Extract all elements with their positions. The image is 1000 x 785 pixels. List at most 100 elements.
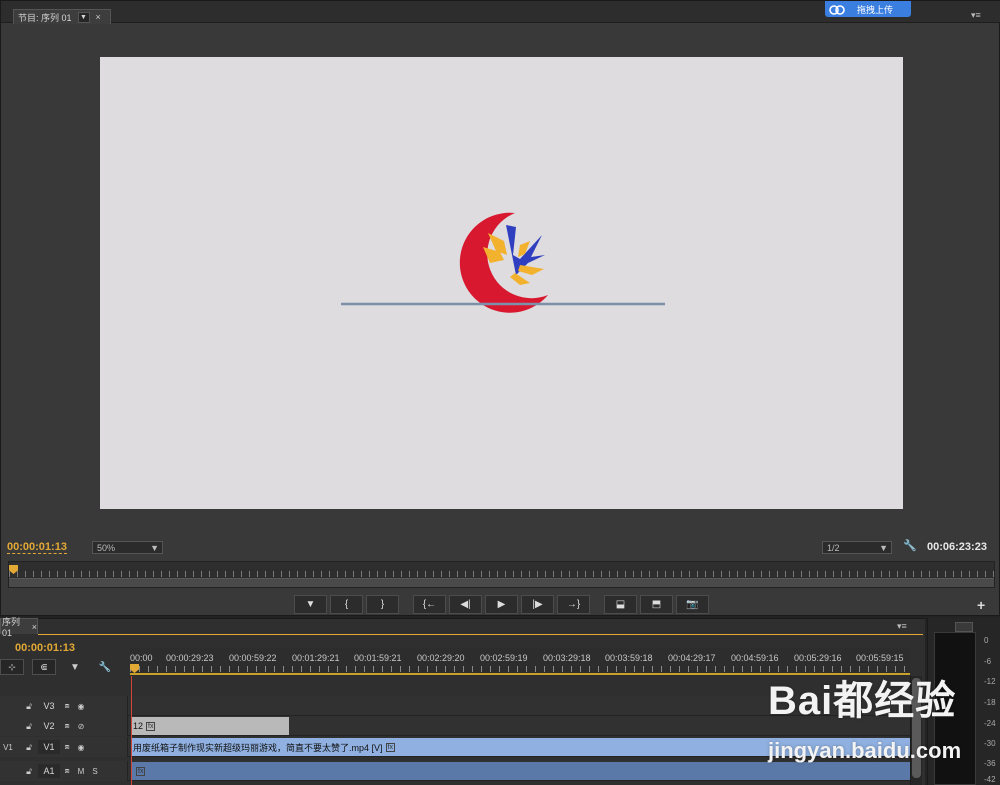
fx-badge-icon: fx [136, 766, 146, 776]
track-name[interactable]: V1 [38, 740, 60, 754]
db-label: -12 [984, 677, 996, 686]
time-label: 00:00 [130, 653, 153, 663]
extract-button[interactable]: ⬒ [640, 595, 673, 614]
go-to-in-button[interactable]: {← [413, 595, 446, 614]
track-name[interactable]: A1 [38, 764, 60, 778]
time-label: 00:01:29:21 [292, 653, 340, 663]
video-clip[interactable]: 12 fx [131, 717, 289, 735]
mark-in-button[interactable]: { [330, 595, 363, 614]
track-header: V1 🔓︎ V1 ⧈ ◉ [0, 737, 128, 757]
close-icon[interactable]: × [96, 12, 101, 22]
zoom-value: 50% [97, 542, 116, 553]
cloud-icon [829, 4, 845, 15]
lock-icon[interactable]: 🔓︎ [20, 721, 38, 732]
fx-badge-icon: fx [146, 721, 156, 731]
track-name[interactable]: V3 [38, 699, 60, 713]
resolution-value: 1/2 [827, 542, 840, 553]
mute-button[interactable]: M [74, 767, 88, 776]
time-label: 00:05:59:15 [856, 653, 904, 663]
time-label: 00:03:59:18 [605, 653, 653, 663]
step-forward-button[interactable]: |▶ [521, 595, 554, 614]
lock-icon[interactable]: 🔓︎ [20, 742, 38, 753]
program-time-ruler[interactable] [8, 561, 995, 588]
sync-lock-icon[interactable]: ⧈ [60, 701, 74, 711]
eye-off-icon[interactable]: ⊘ [74, 722, 88, 731]
mark-out-button[interactable]: } [366, 595, 399, 614]
time-label: 00:03:29:18 [543, 653, 591, 663]
nest-sequence-icon[interactable]: ⊹ [0, 659, 24, 675]
close-icon[interactable]: × [32, 622, 37, 632]
snap-magnet-icon[interactable]: ⋐ [32, 659, 56, 675]
export-frame-button[interactable]: 📷 [676, 595, 709, 614]
active-panel-border [38, 634, 923, 635]
sync-lock-icon[interactable]: ⧈ [60, 742, 74, 752]
eye-icon[interactable]: ◉ [74, 743, 88, 752]
solo-button[interactable]: S [88, 767, 102, 776]
upload-label: 拖拽上传 [857, 4, 894, 15]
track-a1[interactable]: 🔓︎ A1 ⧈ M Sfx [0, 761, 910, 781]
time-label: 00:05:29:16 [794, 653, 842, 663]
add-marker-icon[interactable]: ▼ [64, 662, 86, 673]
db-label: -18 [984, 698, 996, 707]
time-label: 00:04:59:16 [731, 653, 779, 663]
clip-label: 用废纸箱子制作现实新超级玛丽游戏，简直不要太赞了.mp4 [V] [133, 742, 383, 753]
zoom-select[interactable]: 50% ▼ [92, 541, 163, 554]
time-label: 00:01:59:21 [354, 653, 402, 663]
db-label: -6 [984, 657, 992, 666]
db-label: 0 [984, 636, 989, 645]
duration-timecode: 00:06:23:23 [927, 541, 987, 553]
ruler-ticks [9, 571, 994, 577]
settings-wrench-icon[interactable]: 🔧 [903, 539, 917, 552]
sync-lock-icon[interactable]: ⧈ [60, 721, 74, 731]
tab-timeline-sequence[interactable]: 序列 01 × [0, 617, 38, 638]
meter-menu-icon[interactable] [955, 622, 973, 632]
program-monitor-panel: 节目: 序列 01 ▼ × 拖拽上传 ▾≡ 00:00:01:13 50% ▼ … [0, 0, 1000, 616]
source-target[interactable]: V1 [0, 743, 16, 752]
time-label: 00:04:29:17 [668, 653, 716, 663]
fx-badge-icon: fx [385, 742, 395, 752]
timeline-panel-menu-icon[interactable]: ▾≡ [897, 621, 907, 632]
current-timecode[interactable]: 00:00:01:13 [7, 541, 67, 554]
go-to-out-button[interactable]: →} [557, 595, 590, 614]
zoom-scroll-bar[interactable] [9, 578, 994, 587]
time-label: 00:00:29:23 [166, 653, 214, 663]
audio-clip[interactable]: fx [131, 762, 910, 780]
upload-button[interactable]: 拖拽上传 [825, 1, 911, 17]
sync-lock-icon[interactable]: ⧈ [60, 766, 74, 776]
time-label: 00:02:29:20 [417, 653, 465, 663]
db-label: -24 [984, 719, 996, 728]
playhead-line[interactable] [131, 676, 132, 785]
timeline-tools: ⊹ ⋐ ▼ 🔧 [0, 657, 128, 677]
add-marker-button[interactable]: ▼ [294, 595, 327, 614]
lock-icon[interactable]: 🔓︎ [20, 701, 38, 712]
lock-icon[interactable]: 🔓︎ [20, 766, 38, 777]
timeline-timecode[interactable]: 00:00:01:13 [15, 642, 75, 654]
eye-icon[interactable]: ◉ [74, 702, 88, 711]
db-label: -30 [984, 739, 996, 748]
logo-image [341, 212, 665, 313]
track-header: 🔓︎ V2 ⧈ ⊘ [0, 716, 128, 736]
play-button[interactable]: ▶ [485, 595, 518, 614]
video-preview [100, 57, 903, 509]
track-name[interactable]: V2 [38, 719, 60, 733]
chevron-down-icon[interactable]: ▼ [77, 11, 90, 23]
step-back-button[interactable]: ◀| [449, 595, 482, 614]
tab-program-sequence[interactable]: 节目: 序列 01 ▼ × [13, 9, 111, 24]
clip-label: 12 [133, 721, 144, 731]
program-tab-title: 节目: 序列 01 [18, 12, 72, 23]
resolution-select[interactable]: 1/2 ▼ [822, 541, 892, 554]
timeline-tab-title: 序列 01 [2, 617, 21, 638]
track-header: 🔓︎ A1 ⧈ M S [0, 761, 128, 781]
db-label: -36 [984, 759, 996, 768]
panel-menu-icon[interactable]: ▾≡ [971, 10, 981, 21]
chevron-down-icon: ▼ [150, 542, 159, 553]
time-label: 00:00:59:22 [229, 653, 277, 663]
lift-button[interactable]: ⬓ [604, 595, 637, 614]
button-editor-plus-button[interactable]: + [977, 597, 985, 613]
watermark-url: jingyan.baidu.com [768, 738, 962, 763]
timeline-wrench-icon[interactable]: 🔧 [94, 662, 116, 673]
chevron-down-icon: ▼ [879, 542, 888, 553]
track-header: 🔓︎ V3 ⧈ ◉ [0, 696, 128, 716]
